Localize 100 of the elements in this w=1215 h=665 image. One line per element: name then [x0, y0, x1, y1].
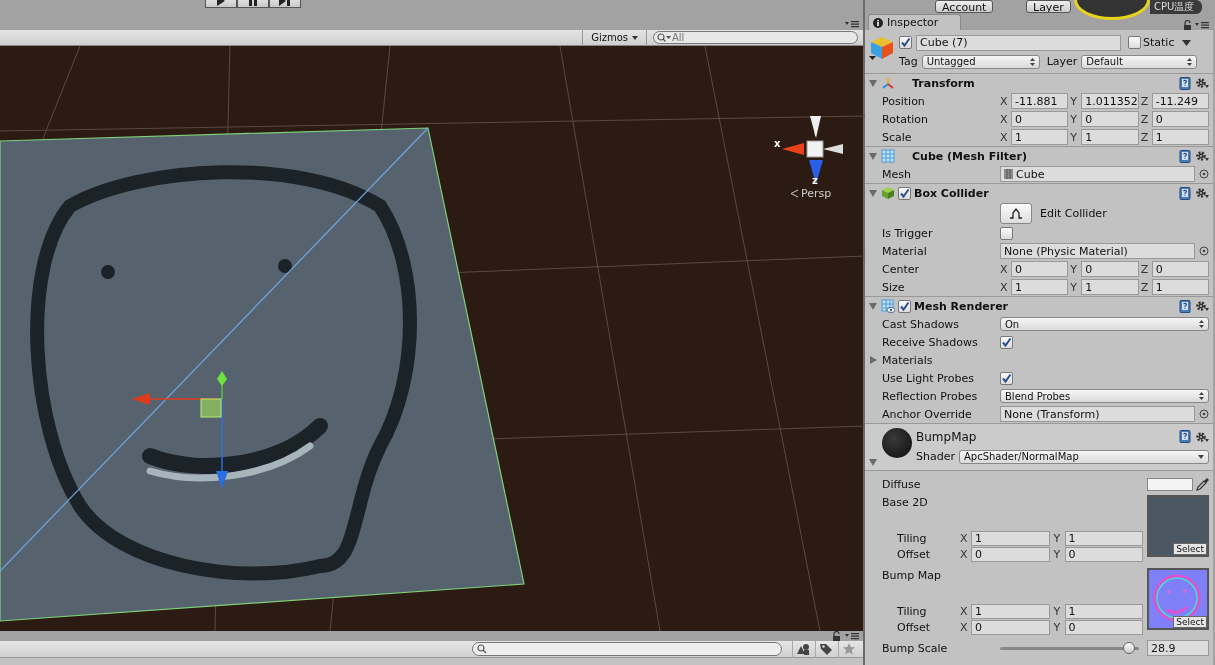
help-book-icon[interactable] [1179, 76, 1191, 90]
help-book-icon[interactable] [1179, 186, 1191, 200]
search-icon [477, 644, 487, 654]
panel-menu-icon[interactable] [1195, 21, 1209, 29]
account-button[interactable]: Account [935, 0, 994, 13]
number-field[interactable]: 1 [1151, 129, 1209, 145]
number-field[interactable]: 0 [1011, 261, 1069, 277]
axis-label: Z [1140, 112, 1150, 126]
checkbox[interactable] [1000, 335, 1013, 349]
caret-icon[interactable] [1182, 39, 1192, 46]
settings-icon[interactable] [1195, 187, 1209, 199]
expanded-arrow-icon[interactable] [868, 301, 878, 311]
number-field[interactable]: 1 [1011, 129, 1069, 145]
enabled-checkbox[interactable] [898, 299, 911, 313]
dropdown[interactable]: On [1000, 317, 1209, 331]
settings-icon[interactable] [1195, 430, 1209, 443]
number-field[interactable]: 0 [1064, 546, 1143, 562]
field-label: Mesh [882, 167, 912, 181]
eyedropper-icon[interactable] [1195, 477, 1209, 491]
caret-icon [1198, 454, 1204, 459]
slider-thumb[interactable] [1123, 641, 1136, 654]
lock-icon[interactable] [1183, 20, 1192, 30]
material-name: BumpMap [916, 429, 977, 444]
object-picker-icon[interactable] [1199, 169, 1209, 179]
expanded-arrow-icon[interactable] [868, 151, 878, 161]
number-field[interactable]: 1 [971, 530, 1050, 546]
select-button[interactable]: Select [1173, 543, 1207, 555]
number-field[interactable]: -11.249 [1151, 93, 1209, 109]
foldout-toggle[interactable]: Materials [868, 353, 933, 367]
gizmos-dropdown[interactable]: Gizmos [582, 29, 647, 46]
object-picker-icon[interactable] [1199, 409, 1209, 419]
field-label: Anchor Override [882, 407, 973, 421]
texture-thumbnail[interactable]: Select [1147, 495, 1209, 557]
number-field[interactable]: 0 [1081, 111, 1139, 127]
checkbox[interactable] [1000, 371, 1013, 385]
number-field[interactable]: 1 [971, 603, 1050, 619]
help-book-icon[interactable] [1179, 430, 1191, 443]
number-field[interactable]: 0 [971, 546, 1050, 562]
number-field[interactable]: 0 [1151, 261, 1209, 277]
help-book-icon[interactable] [1179, 299, 1191, 313]
select-button[interactable]: Select [1173, 616, 1207, 628]
scene-search-field[interactable]: All [653, 31, 858, 44]
number-field[interactable]: 1 [1064, 603, 1143, 619]
info-icon [873, 17, 883, 28]
axis-label: Y [1070, 262, 1079, 276]
number-field[interactable]: 0 [1151, 111, 1209, 127]
object-field[interactable]: Cube [1000, 166, 1195, 182]
component-title: Box Collider [914, 186, 989, 200]
enabled-checkbox[interactable] [898, 186, 911, 200]
axis-label: Y [1053, 531, 1062, 545]
number-field[interactable]: 1 [1151, 279, 1209, 295]
normal-map-thumbnail[interactable]: Select [1147, 568, 1209, 630]
help-book-icon[interactable] [1179, 149, 1191, 163]
number-field[interactable]: 1 [1081, 279, 1139, 295]
dropdown[interactable]: Blend Probes [1000, 389, 1209, 403]
object-field[interactable]: None (Physic Material) [1000, 243, 1195, 259]
color-field[interactable] [1147, 477, 1193, 491]
expanded-arrow-icon[interactable] [868, 78, 878, 88]
number-field[interactable]: 0 [971, 619, 1050, 635]
number-field[interactable]: 0 [1081, 261, 1139, 277]
tag-dropdown[interactable]: Untagged [921, 54, 1040, 69]
expanded-arrow-icon[interactable] [868, 188, 878, 198]
shader-dropdown[interactable]: ApcShader/NormalMap [958, 449, 1209, 464]
number-field[interactable]: 1 [1081, 129, 1139, 145]
inspector-tab[interactable]: Inspector [868, 14, 962, 30]
project-search-field[interactable] [472, 642, 782, 656]
button-label: Edit Collider [1040, 206, 1107, 220]
axis-label: Z [1140, 262, 1150, 276]
checkbox[interactable] [1000, 226, 1013, 240]
number-field[interactable]: 1 [1064, 530, 1143, 546]
field-label: Tiling [897, 530, 928, 547]
layer-dropdown[interactable]: Default [1081, 54, 1198, 69]
static-checkbox[interactable] [1128, 36, 1141, 49]
axis-label: Y [1053, 620, 1062, 634]
settings-icon[interactable] [1195, 300, 1209, 312]
expanded-arrow-icon[interactable] [868, 458, 878, 466]
field-label: Is Trigger [882, 226, 934, 240]
field-label: Material [882, 244, 928, 258]
number-field[interactable]: 0 [1064, 619, 1143, 635]
object-field[interactable]: None (Transform) [1000, 406, 1195, 422]
number-field[interactable]: 1 [1011, 279, 1069, 295]
settings-icon[interactable] [1195, 150, 1209, 162]
panel-menu-icon[interactable] [845, 632, 859, 640]
panel-menu-icon[interactable] [845, 20, 859, 28]
number-field[interactable]: 1.011352 [1081, 93, 1139, 109]
settings-icon[interactable] [1195, 77, 1209, 89]
name-field[interactable]: Cube (7) [916, 34, 1121, 51]
projection-label[interactable]: Persp [801, 187, 832, 200]
object-picker-icon[interactable] [1199, 246, 1209, 256]
number-field[interactable]: -11.881 [1011, 93, 1069, 109]
axis-label: X [1000, 130, 1009, 144]
axis-label: X [1000, 94, 1009, 108]
field-label: Diffuse [882, 477, 922, 491]
number-field[interactable]: 0 [1011, 111, 1069, 127]
edit-collider-button[interactable] [1000, 202, 1032, 224]
axis-label: Y [1053, 547, 1062, 561]
number-field[interactable]: 28.9 [1147, 640, 1209, 656]
active-checkbox[interactable] [899, 36, 912, 49]
axis-label: X [960, 604, 969, 618]
lock-icon[interactable] [832, 631, 841, 641]
